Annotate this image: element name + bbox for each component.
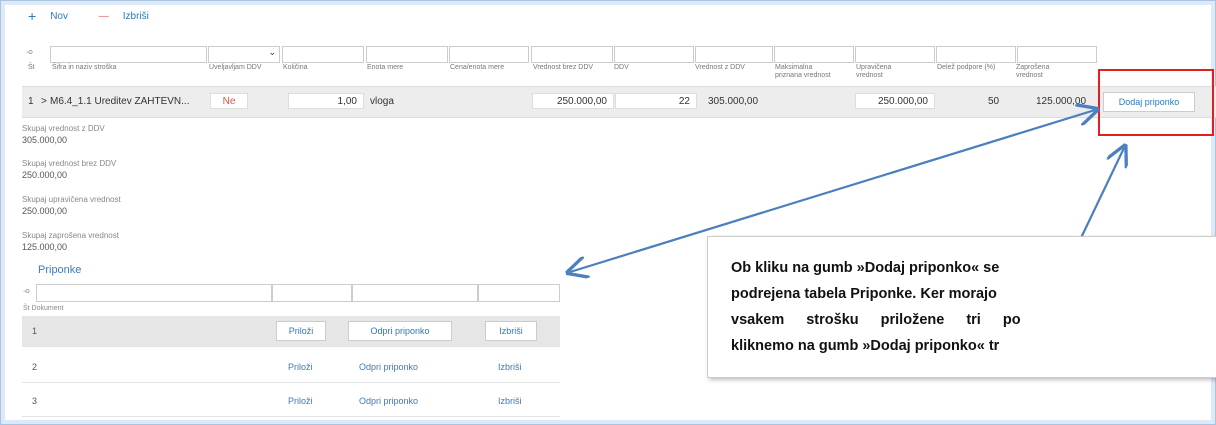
callout-box: Ob kliku na gumb »Dodaj priponko« se podr… <box>707 236 1216 378</box>
callout-text: Ob kliku na gumb »Dodaj priponko« se podr… <box>708 237 1216 359</box>
callout-line: podrejena tabela Priponke. Ker morajo <box>731 286 997 302</box>
callout-line: vsakem strošku priložene tri po <box>731 312 1021 328</box>
callout-line: kliknemo na gumb »Dodaj priponko« tr <box>731 338 1000 354</box>
callout-line: Ob kliku na gumb »Dodaj priponko« se <box>731 260 1000 276</box>
arrow-to-button <box>1079 148 1124 241</box>
